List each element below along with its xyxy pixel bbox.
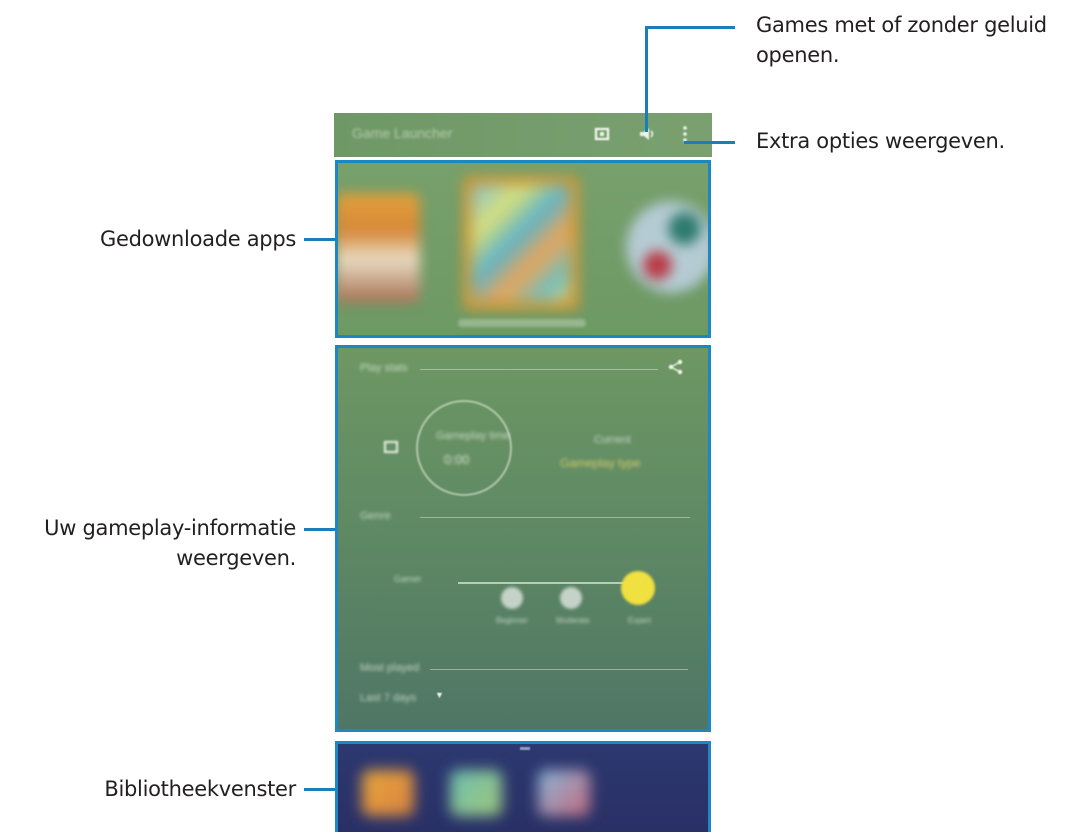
screenshot-icon: [382, 438, 400, 461]
playtime-ring: [416, 400, 512, 496]
callout-line: [304, 528, 335, 531]
section-title: Play stats: [360, 362, 408, 374]
app-bar: Game Launcher: [334, 113, 712, 157]
level-caption: Current: [594, 434, 631, 446]
period-dropdown[interactable]: Last 7 days: [360, 692, 416, 704]
stat-label: Gameplay time: [436, 430, 510, 442]
library-app-icon[interactable]: [538, 770, 590, 816]
drag-handle[interactable]: [520, 747, 530, 750]
stat-value: 0:00: [444, 452, 470, 467]
genre-title: Genre: [360, 510, 391, 522]
slider-caption: Gamer: [394, 574, 422, 584]
chevron-down-icon[interactable]: ▼: [435, 690, 444, 700]
skill-slider-track[interactable]: [458, 582, 640, 584]
callout-downloaded-apps: Gedownloade apps: [99, 227, 296, 251]
callout-library: Bibliotheekvenster: [104, 777, 296, 801]
gameplay-info-section: Play stats Gameplay time 0:00 Current Ga…: [335, 345, 711, 732]
callout-more-options: Extra opties weergeven.: [756, 129, 1005, 153]
slider-stop[interactable]: [501, 587, 523, 609]
game-tile[interactable]: [338, 193, 420, 303]
callout-sound-line2: openen.: [756, 43, 840, 67]
game-tile[interactable]: [626, 201, 708, 293]
callout-gameplay-line1: Uw gameplay-informatie: [44, 516, 296, 540]
callout-line: [304, 238, 335, 241]
slider-level-label: Beginner: [496, 616, 529, 625]
filter-title: Most played: [360, 662, 420, 674]
library-app-icon[interactable]: [450, 770, 502, 816]
callout-sound-line1: Games met of zonder geluid: [756, 13, 1047, 37]
app-title: Game Launcher: [352, 125, 453, 141]
downloaded-apps-section: [335, 160, 711, 338]
callout-gameplay-line2: weergeven.: [176, 546, 296, 570]
callout-line: [304, 788, 335, 791]
slider-stop[interactable]: [560, 587, 582, 609]
callout-line: [645, 26, 735, 29]
share-icon[interactable]: [667, 358, 685, 381]
screen-icon[interactable]: [591, 123, 613, 145]
slider-level-label: Moderate: [556, 616, 590, 625]
callout-line: [684, 141, 735, 144]
library-section: [335, 741, 711, 832]
slider-thumb[interactable]: [621, 571, 655, 605]
game-launcher-screen: Game Launcher Play stats Gameplay time 0…: [334, 113, 712, 832]
slider-level-label: Expert: [628, 616, 652, 625]
callout-line: [645, 26, 648, 132]
level-value: Gameplay type: [560, 456, 641, 470]
library-app-icon[interactable]: [362, 770, 414, 816]
